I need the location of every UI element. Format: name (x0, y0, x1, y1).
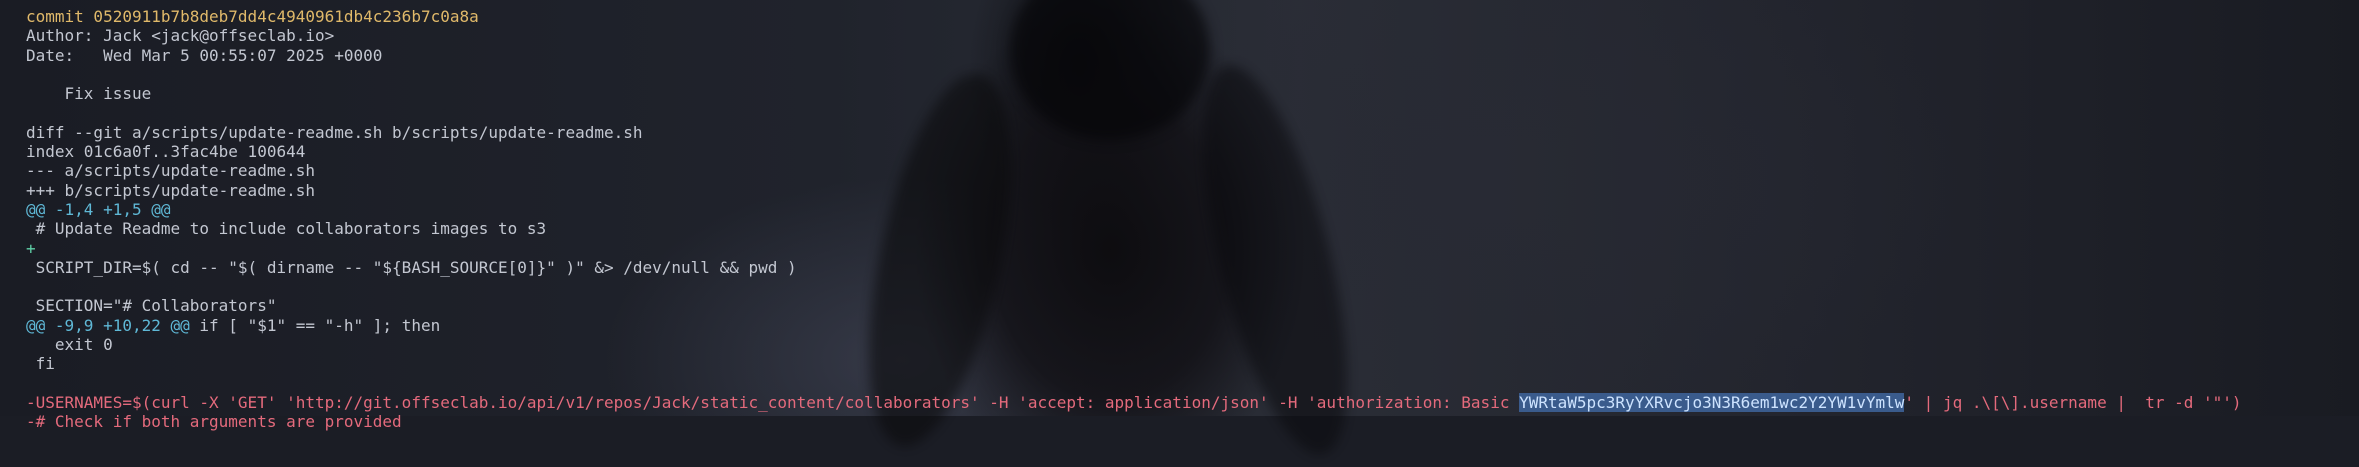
terminal-line: + (26, 239, 2359, 258)
terminal-text: fi (26, 354, 55, 374)
terminal-text: @@ -9,9 +10,22 @@ (26, 315, 190, 335)
terminal-line: @@ -9,9 +10,22 @@ if [ "$1" == "-h" ]; t… (26, 316, 2359, 335)
terminal-line: diff --git a/scripts/update-readme.sh b/… (26, 123, 2359, 142)
terminal-line: SCRIPT_DIR=$( cd -- "$( dirname -- "${BA… (26, 258, 2359, 277)
terminal-line: # Update Readme to include collaborators… (26, 219, 2359, 238)
terminal-text: if [ "$1" == "-h" ]; then (189, 315, 441, 335)
terminal-text: commit 0520911b7b8deb7dd4c4940961db4c236… (26, 7, 479, 26)
terminal-text: # Update Readme to include collaborators… (26, 219, 547, 239)
terminal-line: @@ -1,4 +1,5 @@ (26, 200, 2359, 219)
terminal-text: SECTION="# Collaborators" (26, 296, 277, 316)
terminal-line: commit 0520911b7b8deb7dd4c4940961db4c236… (26, 7, 2359, 26)
terminal-line: Author: Jack <jack@offseclab.io> (26, 26, 2359, 45)
terminal-text: index 01c6a0f..3fac4be 100644 (26, 142, 306, 162)
terminal-text: +++ b/scripts/update-readme.sh (26, 180, 315, 200)
terminal-line: --- a/scripts/update-readme.sh (26, 161, 2359, 180)
terminal-text: Date: Wed Mar 5 00:55:07 2025 +0000 (26, 45, 383, 65)
terminal-line: +++ b/scripts/update-readme.sh (26, 181, 2359, 200)
terminal-line: -USERNAMES=$(curl -X 'GET' 'http://git.o… (26, 392, 2359, 412)
terminal-text: --- a/scripts/update-readme.sh (26, 161, 315, 181)
terminal-output[interactable]: commit 0520911b7b8deb7dd4c4940961db4c236… (26, 7, 2359, 432)
terminal-text: -USERNAMES=$(curl -X 'GET' 'http://git.o… (26, 392, 1520, 412)
terminal-line: index 01c6a0f..3fac4be 100644 (26, 142, 2359, 161)
terminal-text: diff --git a/scripts/update-readme.sh b/… (26, 122, 643, 142)
terminal-line: exit 0 (26, 335, 2359, 354)
terminal-text: Author: Jack <jack@offseclab.io> (26, 26, 335, 46)
terminal-text: Fix issue (26, 84, 152, 104)
terminal-text: SCRIPT_DIR=$( cd -- "$( dirname -- "${BA… (26, 257, 797, 277)
terminal-line: Fix issue (26, 84, 2359, 103)
terminal-text: -# Check if both arguments are provided (26, 412, 402, 432)
terminal-line: Date: Wed Mar 5 00:55:07 2025 +0000 (26, 46, 2359, 65)
selected-text: YWRtaW5pc3RyYXRvcjo3N3R6em1wc2Y2YW1vYmlw (1519, 392, 1905, 412)
terminal-text: @@ -1,4 +1,5 @@ (26, 199, 171, 219)
terminal-line: -# Check if both arguments are provided (26, 412, 2359, 431)
terminal-text: ' | jq .\[\].username | tr -d '"') (1904, 392, 2242, 412)
terminal-line: fi (26, 354, 2359, 373)
terminal-text: exit 0 (26, 335, 113, 355)
terminal-line: SECTION="# Collaborators" (26, 296, 2359, 315)
terminal-text: + (26, 238, 36, 258)
